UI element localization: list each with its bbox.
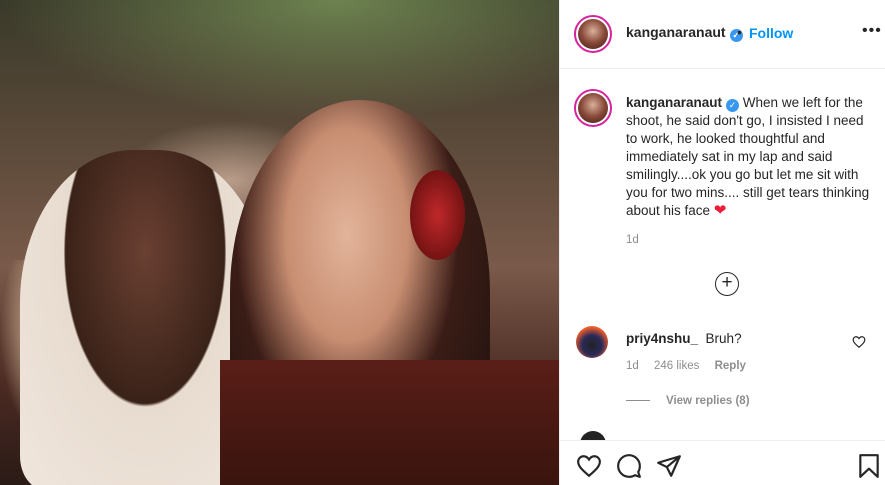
reply-button[interactable]: Reply — [715, 360, 746, 372]
photo-table — [220, 360, 559, 485]
comment-likes[interactable]: 246 likes — [654, 360, 699, 372]
author-username[interactable]: kanganaranaut ✓ — [626, 24, 743, 42]
photo-foliage — [0, 0, 559, 120]
author-avatar[interactable] — [574, 15, 612, 53]
bookmark-icon[interactable] — [856, 453, 882, 479]
follow-button[interactable]: Follow — [749, 25, 793, 41]
caption-timestamp[interactable]: 1d — [626, 234, 639, 246]
caption-body: When we left for the shoot, he said don'… — [626, 95, 870, 218]
heart-icon[interactable] — [576, 453, 602, 479]
commenter-username[interactable]: priy4nshu_ — [626, 331, 698, 346]
load-more-comments-button[interactable]: + — [715, 272, 739, 296]
comment-timestamp[interactable]: 1d — [626, 360, 639, 372]
comment-meta: 1d 246 likes Reply — [626, 360, 758, 372]
comment-icon[interactable] — [616, 453, 642, 479]
separator-dot: • — [737, 24, 742, 40]
comment-body: Bruh? — [705, 331, 742, 346]
caption-avatar[interactable] — [574, 89, 612, 127]
post-sidebar: kanganaranaut ✓ • Follow ••• kanganaranau… — [559, 0, 885, 485]
caption-username[interactable]: kanganaranaut — [626, 95, 722, 110]
verified-badge-icon: ✓ — [726, 99, 740, 112]
view-replies-button[interactable]: View replies (8) — [626, 395, 750, 407]
post-photo[interactable] — [0, 0, 559, 485]
more-options-icon[interactable]: ••• — [862, 23, 882, 39]
post-header: kanganaranaut ✓ • Follow ••• — [560, 0, 885, 69]
action-bar — [560, 440, 885, 485]
caption-text: kanganaranaut ✓ When we left for the shoo… — [626, 94, 876, 220]
replies-divider — [626, 400, 650, 402]
view-replies-label: View replies (8) — [666, 395, 750, 407]
photo-flower — [410, 170, 465, 260]
comment-text: priy4nshu_ Bruh? — [626, 331, 742, 346]
commenter-avatar[interactable] — [576, 326, 608, 358]
red-heart-emoji: ❤ — [713, 202, 727, 219]
like-comment-icon[interactable] — [852, 335, 866, 349]
share-icon[interactable] — [656, 453, 682, 479]
